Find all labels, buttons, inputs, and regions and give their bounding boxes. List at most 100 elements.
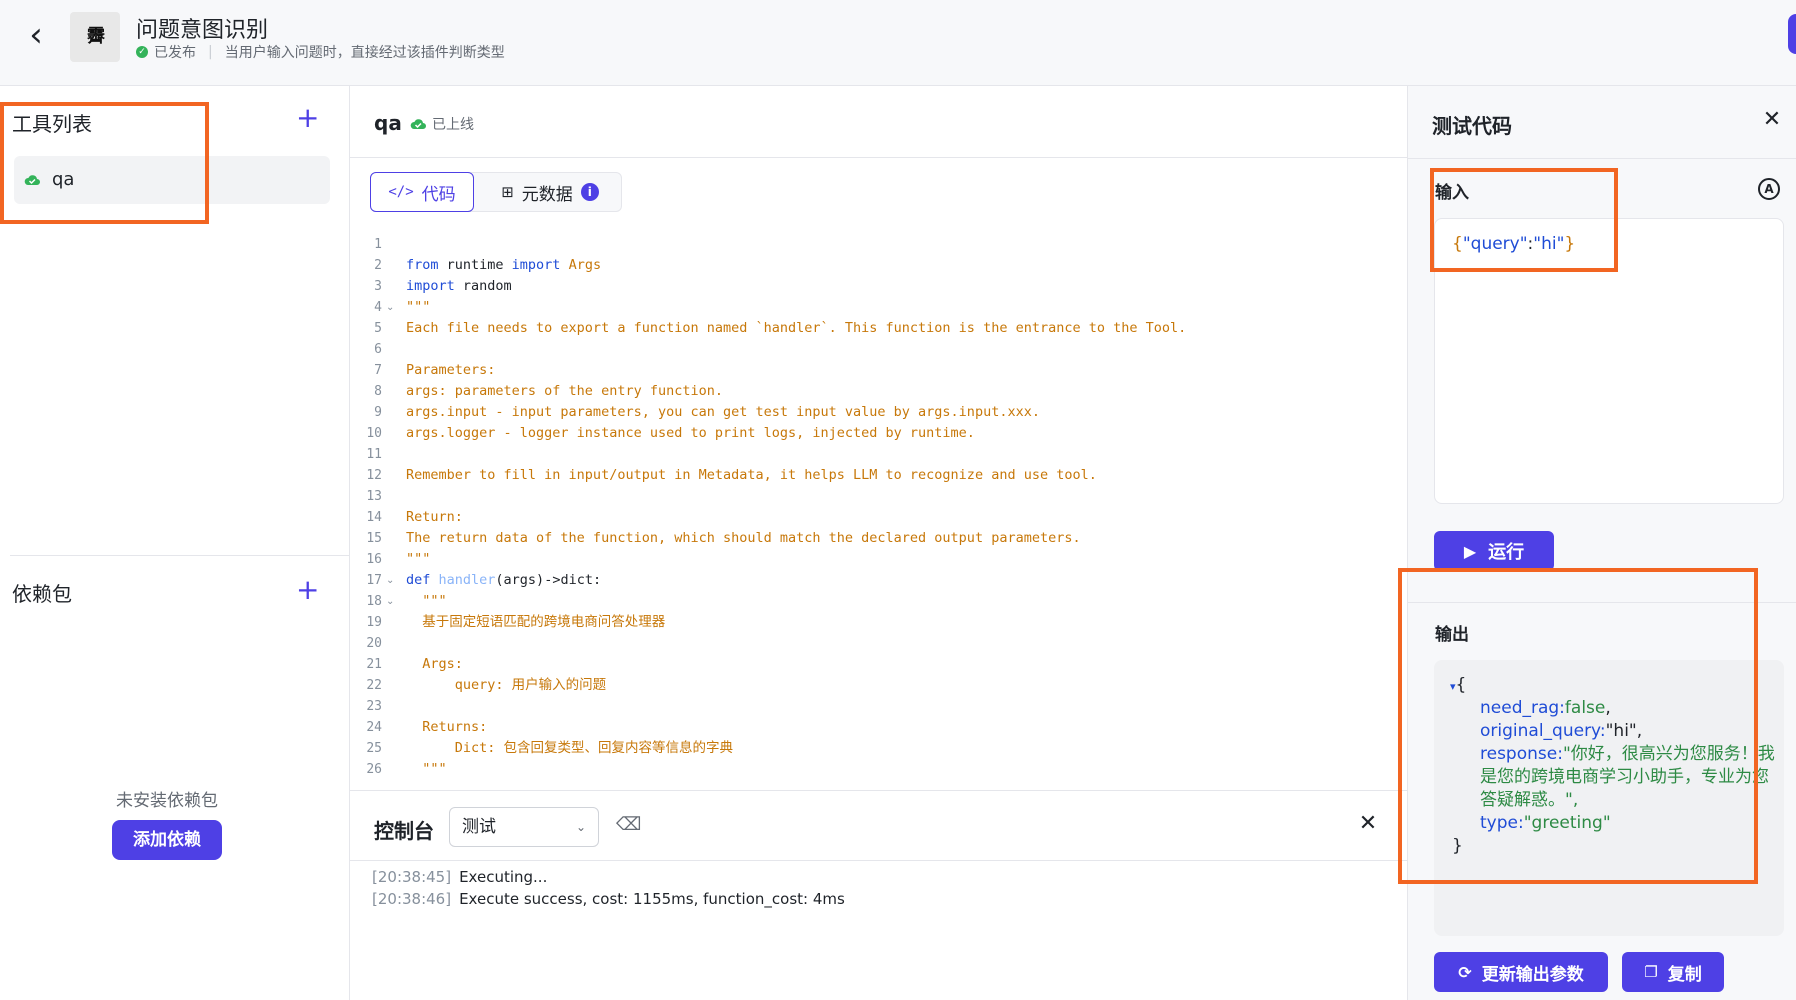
json-value: "你好，很高兴为您服务！我 <box>1562 744 1775 764</box>
line-number: 8 <box>374 384 382 399</box>
left-divider <box>10 555 350 556</box>
chevron-down-icon: ⌄ <box>575 820 586 834</box>
cloud-online-icon <box>24 175 40 185</box>
code-line: 13 <box>350 486 1390 507</box>
output-close: } <box>1452 836 1463 856</box>
add-dependency-plus-icon[interactable]: + <box>296 576 319 604</box>
code-line: 17 ⌄ def handler(args)->dict: <box>350 570 1390 591</box>
tab-metadata[interactable]: ⊞ 元数据 i <box>478 172 622 212</box>
update-label: 更新输出参数 <box>1481 964 1584 985</box>
divider: | <box>208 44 213 60</box>
log-timestamp: [20:38:46] <box>372 890 452 908</box>
code-token: Args <box>560 257 602 273</box>
code-token: (args)->dict: <box>495 572 602 588</box>
line-number: 23 <box>366 699 382 714</box>
broom-clear-icon[interactable]: ⌫ <box>616 814 641 838</box>
divider <box>1407 158 1796 159</box>
code-text: args.logger - logger instance used to pr… <box>406 425 975 441</box>
json-brace: { <box>1455 675 1467 695</box>
tool-item-label: qa <box>52 169 75 190</box>
tab-code[interactable]: </> 代码 <box>370 172 474 212</box>
code-brackets-icon: </> <box>388 184 414 200</box>
code-text: """ <box>406 299 431 315</box>
code-text: args.input - input parameters, you can g… <box>406 404 1040 420</box>
code-line: 23 <box>350 696 1390 717</box>
log-line: [20:38:45] Executing... <box>372 868 547 886</box>
code-line: 7 Parameters: <box>350 360 1390 381</box>
code-text: import random <box>406 276 512 297</box>
ai-generate-icon[interactable]: A <box>1758 178 1780 200</box>
code-text: Returns: <box>406 719 488 735</box>
json-brace: } <box>1564 234 1576 254</box>
json-key: original_query: <box>1480 721 1606 741</box>
output-original-query: original_query:"hi", <box>1480 720 1642 743</box>
test-input-editor[interactable] <box>1434 218 1784 504</box>
grid-icon: ⊞ <box>501 183 514 201</box>
code-token: random <box>454 278 512 294</box>
log-message: Execute success, cost: 1155ms, function_… <box>459 890 845 908</box>
refresh-icon: ⟳ <box>1458 962 1472 982</box>
output-response-cont: 是您的跨境电商学习小助手，专业为您 <box>1480 767 1769 787</box>
left-panel <box>10 86 350 1000</box>
edge-action-button[interactable] <box>1788 14 1796 54</box>
add-tool-plus-icon[interactable]: + <box>296 104 319 132</box>
add-dependency-button[interactable]: 添加依赖 <box>112 820 222 860</box>
line-number: 9 <box>374 405 382 420</box>
copy-label: 复制 <box>1667 964 1702 985</box>
code-line: 19 基于固定短语匹配的跨境电商问答处理器 <box>350 612 1390 633</box>
code-text: Each file needs to export a function nam… <box>406 320 1187 336</box>
code-text: 基于固定短语匹配的跨境电商问答处理器 <box>406 614 666 630</box>
console-close-icon[interactable]: ✕ <box>1356 812 1380 836</box>
code-token: runtime <box>438 257 512 273</box>
json-value: false <box>1564 698 1606 718</box>
file-status: 已上线 <box>410 114 474 134</box>
close-icon[interactable]: ✕ <box>1760 108 1784 132</box>
app-title: 问题意图识别 <box>136 18 269 43</box>
code-line: 18 ⌄ """ <box>350 591 1390 612</box>
code-token: from <box>406 257 439 273</box>
copy-icon: ❐ <box>1644 963 1658 981</box>
code-text: Return: <box>406 509 463 525</box>
test-code-title: 测试代码 <box>1432 114 1512 138</box>
published-check-icon: ✓ <box>136 46 148 58</box>
line-number: 10 <box>366 426 382 441</box>
console-env-value: 测试 <box>462 817 496 837</box>
code-text: The return data of the function, which s… <box>406 530 1081 546</box>
line-number: 17 <box>366 573 382 588</box>
json-value: "hi" <box>1605 721 1637 741</box>
line-number: 7 <box>374 363 382 378</box>
code-token: def <box>406 572 431 588</box>
code-text: """ <box>406 593 447 609</box>
update-output-params-button[interactable]: ⟳ 更新输出参数 <box>1434 952 1608 992</box>
line-number: 14 <box>366 510 382 525</box>
run-button[interactable]: ▶ 运行 <box>1434 531 1554 571</box>
code-editor[interactable]: 1 2 from runtime import Args 3 import random… <box>350 234 1407 780</box>
tab-code-label: 代码 <box>421 184 456 205</box>
log-timestamp: [20:38:45] <box>372 868 452 886</box>
json-key: response: <box>1480 744 1563 764</box>
console-env-select[interactable]: 测试 ⌄ <box>449 807 599 847</box>
json-key: need_rag: <box>1480 698 1565 718</box>
file-status-label: 已上线 <box>432 117 474 133</box>
editor-header <box>350 86 1407 158</box>
code-line: 14 Return: <box>350 507 1390 528</box>
output-label: 输出 <box>1435 625 1469 645</box>
console-title: 控制台 <box>374 819 434 843</box>
divider <box>1407 602 1796 603</box>
dependencies-title: 依赖包 <box>12 582 72 606</box>
code-text: query: 用户输入的问题 <box>406 677 607 693</box>
fold-chevron-icon[interactable]: ⌄ <box>386 570 394 591</box>
back-arrow-icon[interactable]: ‹ <box>20 18 52 52</box>
line-number: 24 <box>366 720 382 735</box>
publish-status: 已发布 <box>154 45 196 61</box>
fold-chevron-icon[interactable]: ⌄ <box>386 297 394 318</box>
line-number: 18 <box>366 594 382 609</box>
log-line: [20:38:46] Execute success, cost: 1155ms,… <box>372 890 845 908</box>
console-divider <box>350 860 1407 861</box>
code-text: Parameters: <box>406 362 496 378</box>
code-line: 11 <box>350 444 1390 465</box>
tools-list-title: 工具列表 <box>12 112 92 136</box>
copy-button[interactable]: ❐ 复制 <box>1622 952 1724 992</box>
fold-chevron-icon[interactable]: ⌄ <box>386 591 394 612</box>
output-open[interactable]: ▾{ <box>1450 674 1466 698</box>
